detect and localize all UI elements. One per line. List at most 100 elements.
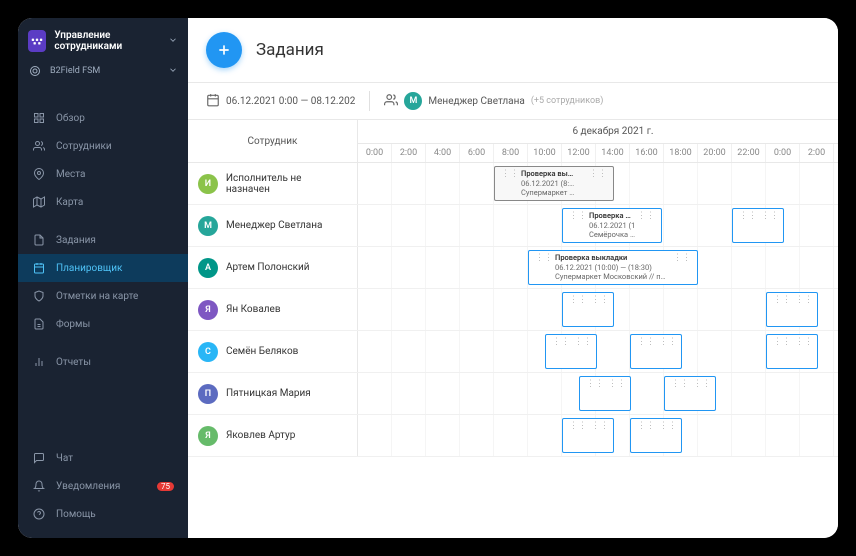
sidebar-item-calendar[interactable]: Планировщик (18, 254, 188, 282)
task-card[interactable]: ⋮⋮Пре…07.12…Супер…⋮⋮ (766, 334, 818, 369)
sidebar-item-form[interactable]: Формы (18, 310, 188, 338)
add-task-button[interactable] (206, 32, 242, 68)
drag-handle-icon[interactable]: ⋮⋮ (533, 253, 555, 282)
drag-handle-icon[interactable]: ⋮⋮ (657, 421, 679, 450)
hour-label: 20:00 (698, 144, 732, 162)
drag-handle-icon[interactable]: ⋮⋮ (606, 379, 628, 408)
task-location: Семёрочка // … (589, 230, 635, 240)
task-card[interactable]: ⋮⋮Встре…07.12…Супер…⋮⋮ (766, 292, 818, 327)
employee-name: Яковлев Артур (226, 430, 295, 441)
timeline[interactable]: ⋮⋮Проверка вы…06.12.2021 (8:…Супермаркет… (358, 163, 838, 204)
sidebar-item-label: Сотрудники (56, 141, 112, 152)
drag-handle-icon[interactable]: ⋮⋮ (691, 379, 713, 408)
hour-label: 4:00 (834, 144, 838, 162)
hour-label: 4:00 (426, 144, 460, 162)
drag-handle-icon[interactable]: ⋮⋮ (567, 211, 589, 240)
drag-handle-icon[interactable]: ⋮⋮ (771, 337, 793, 366)
task-card[interactable]: ⋮⋮Проверка вы…06.12.2021 (8:…Супермаркет… (494, 166, 614, 201)
timeline[interactable]: ⋮⋮Проверка выкладки06.12.2021 (10:00) — … (358, 247, 838, 288)
employee-cell[interactable]: ИИсполнитель не назначен (188, 163, 358, 204)
report-icon (32, 355, 46, 369)
bell-icon (32, 479, 46, 493)
drag-handle-icon[interactable]: ⋮⋮ (759, 211, 781, 240)
drag-handle-icon[interactable]: ⋮⋮ (657, 337, 679, 366)
date-range-picker[interactable]: 06.12.2021 0:00 — 08.12.202 (206, 93, 355, 110)
brand-selector[interactable]: Управление сотрудниками (28, 30, 178, 52)
drag-handle-icon[interactable]: ⋮⋮ (671, 253, 693, 282)
drag-handle-icon[interactable]: ⋮⋮ (499, 169, 521, 198)
task-card[interactable]: ⋮⋮Про…06.12…Мага…⋮⋮ (562, 292, 614, 327)
drag-handle-icon[interactable]: ⋮⋮ (589, 295, 611, 324)
drag-handle-icon[interactable]: ⋮⋮ (567, 421, 589, 450)
employee-name: Артем Полонский (226, 262, 310, 273)
sidebar-item-help[interactable]: Помощь (18, 500, 188, 528)
sidebar-item-grid[interactable]: Обзор (18, 104, 188, 132)
date-range-text: 06.12.2021 0:00 — 08.12.202 (226, 96, 355, 107)
org-selector[interactable]: B2Field FSM (28, 64, 178, 78)
avatar: С (198, 342, 218, 362)
employee-cell[interactable]: ММенеджер Светлана (188, 205, 358, 246)
task-title: Проверка вы… (589, 211, 635, 221)
timeline[interactable]: ⋮⋮Прове…06.12…Азбук…⋮⋮ ⋮⋮Про…06.12…Семё…⋮… (358, 331, 838, 372)
drag-handle-icon[interactable]: ⋮⋮ (584, 379, 606, 408)
drag-handle-icon[interactable]: ⋮⋮ (771, 295, 793, 324)
scheduler-row: ИИсполнитель не назначен ⋮⋮Проверка вы…06… (188, 163, 838, 205)
org-name: B2Field FSM (50, 66, 100, 76)
task-card[interactable]: ⋮⋮Проверка выкладки06.12.2021 (10:00) — … (528, 250, 698, 285)
sidebar-item-pin[interactable]: Места (18, 160, 188, 188)
task-card[interactable]: ⋮⋮Про…06.12…Семё…⋮⋮ (630, 334, 682, 369)
task-card[interactable]: ⋮⋮Про…06.12…Десят…⋮⋮ (630, 418, 682, 453)
hour-label: 0:00 (358, 144, 392, 162)
sidebar-item-notifications[interactable]: Уведомления 75 (18, 472, 188, 500)
drag-handle-icon[interactable]: ⋮⋮ (737, 211, 759, 240)
timeline[interactable]: ⋮⋮Встре…06.12…Семё…⋮⋮ ⋮⋮Про…06.12…Азбук…⋮… (358, 373, 838, 414)
employee-cell[interactable]: ППятницкая Мария (188, 373, 358, 414)
employee-cell[interactable]: Я Яковлев Артур (188, 415, 358, 456)
drag-handle-icon[interactable]: ⋮⋮ (793, 337, 815, 366)
sidebar-item-users[interactable]: Сотрудники (18, 132, 188, 160)
drag-handle-icon[interactable]: ⋮⋮ (669, 379, 691, 408)
sidebar-item-report[interactable]: Отчеты (18, 348, 188, 376)
avatar: И (198, 174, 218, 194)
hour-label: 16:00 (630, 144, 664, 162)
employee-cell[interactable]: А Артем Полонский (188, 247, 358, 288)
timeline[interactable]: ⋮⋮Презе…06.12…Супер…⋮⋮ ⋮⋮Про…06.12…Десят…… (358, 415, 838, 456)
avatar: Я (198, 426, 218, 446)
drag-handle-icon[interactable]: ⋮⋮ (635, 337, 657, 366)
employee-filter[interactable]: М Менеджер Светлана (+5 сотрудников) (384, 92, 603, 110)
drag-handle-icon[interactable]: ⋮⋮ (550, 337, 572, 366)
drag-handle-icon[interactable]: ⋮⋮ (567, 295, 589, 324)
employee-cell[interactable]: ЯЯн Ковалев (188, 289, 358, 330)
scheduler-rows: ИИсполнитель не назначен⋮⋮Проверка вы…06… (188, 163, 838, 457)
timeline[interactable]: ⋮⋮Проверка вы…06.12.2021 (1…Семёрочка //… (358, 205, 838, 246)
extra-employees: (+5 сотрудников) (531, 96, 604, 106)
timeline[interactable]: ⋮⋮Про…06.12…Мага…⋮⋮ ⋮⋮Встре…07.12…Супер…⋮… (358, 289, 838, 330)
drag-handle-icon[interactable]: ⋮⋮ (635, 211, 657, 240)
notifications-badge: 75 (157, 482, 174, 491)
avatar: А (198, 258, 218, 278)
task-card[interactable]: ⋮⋮Презе…06.12…Супер…⋮⋮ (562, 418, 614, 453)
sidebar-item-shield[interactable]: Отметки на карте (18, 282, 188, 310)
task-time: 06.12.2021 (10:00) — (18:30) (555, 263, 671, 273)
task-card[interactable]: ⋮⋮Прове…06.12…Азбук…⋮⋮ (545, 334, 597, 369)
drag-handle-icon[interactable]: ⋮⋮ (635, 421, 657, 450)
task-card[interactable]: ⋮⋮Проверка вы…06.12.2021 (1…Семёрочка //… (562, 208, 662, 243)
task-card[interactable]: ⋮⋮Встре…06.12…Мага…⋮⋮ (732, 208, 784, 243)
drag-handle-icon[interactable]: ⋮⋮ (587, 169, 609, 198)
users-icon (384, 93, 398, 110)
sidebar-item-label: Планировщик (56, 263, 122, 274)
sidebar-item-doc[interactable]: Задания (18, 226, 188, 254)
drag-handle-icon[interactable]: ⋮⋮ (793, 295, 815, 324)
sidebar-item-map[interactable]: Карта (18, 188, 188, 216)
brand-title: Управление сотрудниками (54, 30, 160, 52)
employee-name: Семён Беляков (226, 346, 298, 357)
employee-cell[interactable]: С Семён Беляков (188, 331, 358, 372)
task-card[interactable]: ⋮⋮Про…06.12…Азбук…⋮⋮ (664, 376, 716, 411)
task-card[interactable]: ⋮⋮Встре…06.12…Семё…⋮⋮ (579, 376, 631, 411)
drag-handle-icon[interactable]: ⋮⋮ (572, 337, 594, 366)
drag-handle-icon[interactable]: ⋮⋮ (589, 421, 611, 450)
hour-label: 6:00 (460, 144, 494, 162)
calendar-icon (32, 261, 46, 275)
sidebar-item-chat[interactable]: Чат (18, 444, 188, 472)
doc-icon (32, 233, 46, 247)
